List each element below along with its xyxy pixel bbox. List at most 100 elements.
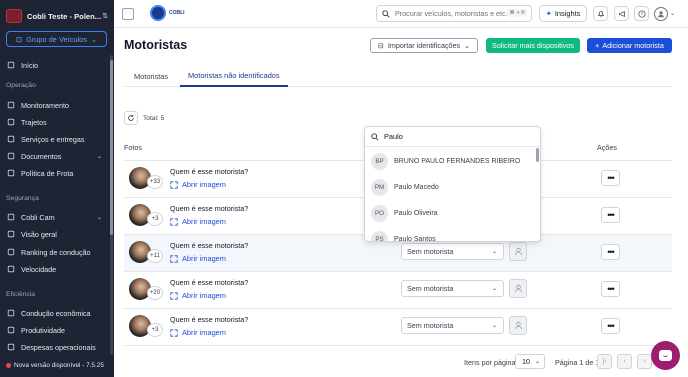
prev-page-button[interactable]: ‹ (617, 354, 632, 369)
more-actions-button[interactable]: ••• (601, 207, 620, 223)
monitor-icon (6, 101, 15, 110)
eco-icon (6, 309, 15, 318)
import-icon: ⊟ (377, 41, 384, 50)
request-devices-button[interactable]: Solicitar mais dispositivos (486, 38, 580, 53)
sidebar-item[interactable]: Serviços e entregas (6, 133, 106, 145)
dropdown-scrollbar[interactable] (536, 148, 539, 162)
expand-icon (170, 180, 178, 189)
speed-icon (6, 265, 15, 274)
driver-photo-stack[interactable]: +20 (129, 278, 163, 302)
more-actions-button[interactable]: ••• (601, 170, 620, 186)
chevron-down-icon: ⌄ (96, 153, 102, 160)
services-icon (6, 135, 15, 144)
insights-button[interactable]: ✦ Insights (539, 5, 587, 22)
driver-photo-stack[interactable]: +3 (129, 204, 163, 228)
expand-icon (170, 328, 178, 337)
more-dots-icon: ••• (607, 247, 615, 257)
items-per-page-select[interactable]: 10 ⌄ (515, 354, 545, 369)
sidebar-item[interactable]: Condução econômica (6, 307, 106, 319)
import-identifications-button[interactable]: ⊟ Importar identificações ⌄ (370, 38, 478, 53)
sidebar-item[interactable]: Velocidade (6, 263, 106, 275)
driver-select[interactable]: Sem motorista ⌄ (401, 243, 504, 260)
driver-initials-avatar: BP (371, 152, 388, 170)
open-image-link[interactable]: Abrir imagem (170, 254, 226, 263)
sparkle-icon: ✦ (545, 9, 552, 18)
sidebar-item[interactable]: Produtividade (6, 324, 106, 336)
more-actions-button[interactable]: ••• (601, 281, 620, 297)
photo-count-badge: +3 (147, 212, 163, 226)
sidebar-item[interactable]: Despesas operacionais (6, 341, 106, 353)
help-icon[interactable]: ? (634, 6, 649, 21)
vehicle-group-button[interactable]: ⊡ Grupo de Veículos ⌄ (6, 31, 107, 47)
company-logo (6, 9, 22, 23)
driver-option[interactable]: PO Paulo Oliveira (365, 200, 535, 226)
driver-select-value: Sem motorista (407, 284, 454, 293)
unidentified-question: Quem é esse motorista? (170, 204, 249, 213)
sidebar-toggle-icon[interactable] (122, 8, 134, 20)
ranking-icon (6, 248, 15, 257)
driver-option-name: Paulo Oliveira (394, 209, 438, 217)
driver-search-input[interactable]: Paulo (365, 127, 540, 147)
sidebar-item[interactable]: Visão geral (6, 228, 106, 240)
open-image-link[interactable]: Abrir imagem (170, 217, 226, 226)
sidebar-item[interactable]: Cobli Cam ⌄ (6, 211, 106, 223)
driver-select[interactable]: Sem motorista ⌄ (401, 280, 504, 297)
chat-support-button[interactable] (651, 341, 680, 370)
photo-count-badge: +20 (147, 286, 163, 300)
driver-option[interactable]: PS Paulo Santos (365, 226, 535, 241)
assign-driver-button[interactable] (509, 316, 527, 335)
logo-text: COBLI (169, 10, 185, 16)
driver-photo-stack[interactable]: +33 (129, 167, 163, 191)
expand-icon (170, 291, 178, 300)
add-driver-button[interactable]: + Adicionar motorista (587, 38, 672, 53)
sidebar-item-label: Serviços e entregas (21, 134, 85, 144)
more-actions-button[interactable]: ••• (601, 244, 620, 260)
sidebar-item[interactable]: Trajetos (6, 116, 106, 128)
sidebar: Cobli Teste - Polen... ⇅ ⊡ Grupo de Veíc… (0, 0, 114, 377)
alert-dot-icon (6, 363, 11, 368)
driver-search-query: Paulo (384, 132, 403, 141)
refresh-button[interactable] (124, 111, 138, 125)
items-per-page-value: 10 (522, 357, 530, 366)
user-menu[interactable]: ⌄ (654, 6, 682, 21)
sidebar-item[interactable]: Política de Frota (6, 167, 106, 179)
cobli-logo (150, 5, 166, 21)
tab-drivers[interactable]: Motoristas (134, 66, 168, 87)
chevron-down-icon: ⌄ (670, 11, 676, 17)
chevron-down-icon: ⌄ (90, 34, 98, 44)
sidebar-scroll-thumb[interactable] (110, 60, 113, 235)
open-image-link[interactable]: Abrir imagem (170, 291, 226, 300)
driver-option-name: Paulo Macedo (394, 183, 439, 191)
global-search[interactable]: Procurar veículos, motoristas e etc... ⌘… (376, 5, 532, 22)
sidebar-section-label: Operação (6, 82, 36, 89)
more-dots-icon: ••• (607, 173, 615, 183)
assign-driver-button[interactable] (509, 242, 527, 261)
more-actions-button[interactable]: ••• (601, 318, 620, 334)
driver-select-value: Sem motorista (407, 247, 454, 256)
driver-select-value: Sem motorista (407, 321, 454, 330)
chevron-down-icon: ⌄ (464, 41, 471, 50)
route-icon (6, 118, 15, 127)
sidebar-item[interactable]: Documentos ⌄ (6, 150, 106, 162)
driver-photo-stack[interactable]: +3 (129, 315, 163, 339)
next-page-button[interactable]: › (637, 354, 652, 369)
company-name: Cobli Teste - Polen... (27, 11, 102, 21)
first-page-button[interactable]: |‹ (597, 354, 612, 369)
assign-driver-button[interactable] (509, 279, 527, 298)
sidebar-item[interactable]: Início (6, 59, 106, 71)
sidebar-item[interactable]: Monitoramento (6, 99, 106, 111)
column-header-photos: Fotos (124, 143, 142, 152)
notifications-bell-icon[interactable] (593, 6, 608, 21)
company-switcher[interactable]: Cobli Teste - Polen... ⇅ (6, 8, 108, 24)
open-image-link[interactable]: Abrir imagem (170, 328, 226, 337)
tab-unidentified-drivers[interactable]: Motoristas não identificados (180, 66, 288, 87)
open-image-link[interactable]: Abrir imagem (170, 180, 226, 189)
driver-photo-stack[interactable]: +11 (129, 241, 163, 265)
driver-option[interactable]: BP BRUNO PAULO FERNANDES RIBEIRO (365, 148, 535, 174)
announcements-icon[interactable] (614, 6, 629, 21)
driver-option[interactable]: PM Paulo Macedo (365, 174, 535, 200)
new-version-notice[interactable]: Nova versão disponível - 7.5.25 (6, 362, 104, 369)
driver-select[interactable]: Sem motorista ⌄ (401, 317, 504, 334)
total-count: Total: 5 (143, 115, 165, 122)
sidebar-item[interactable]: Ranking de condução (6, 246, 106, 258)
